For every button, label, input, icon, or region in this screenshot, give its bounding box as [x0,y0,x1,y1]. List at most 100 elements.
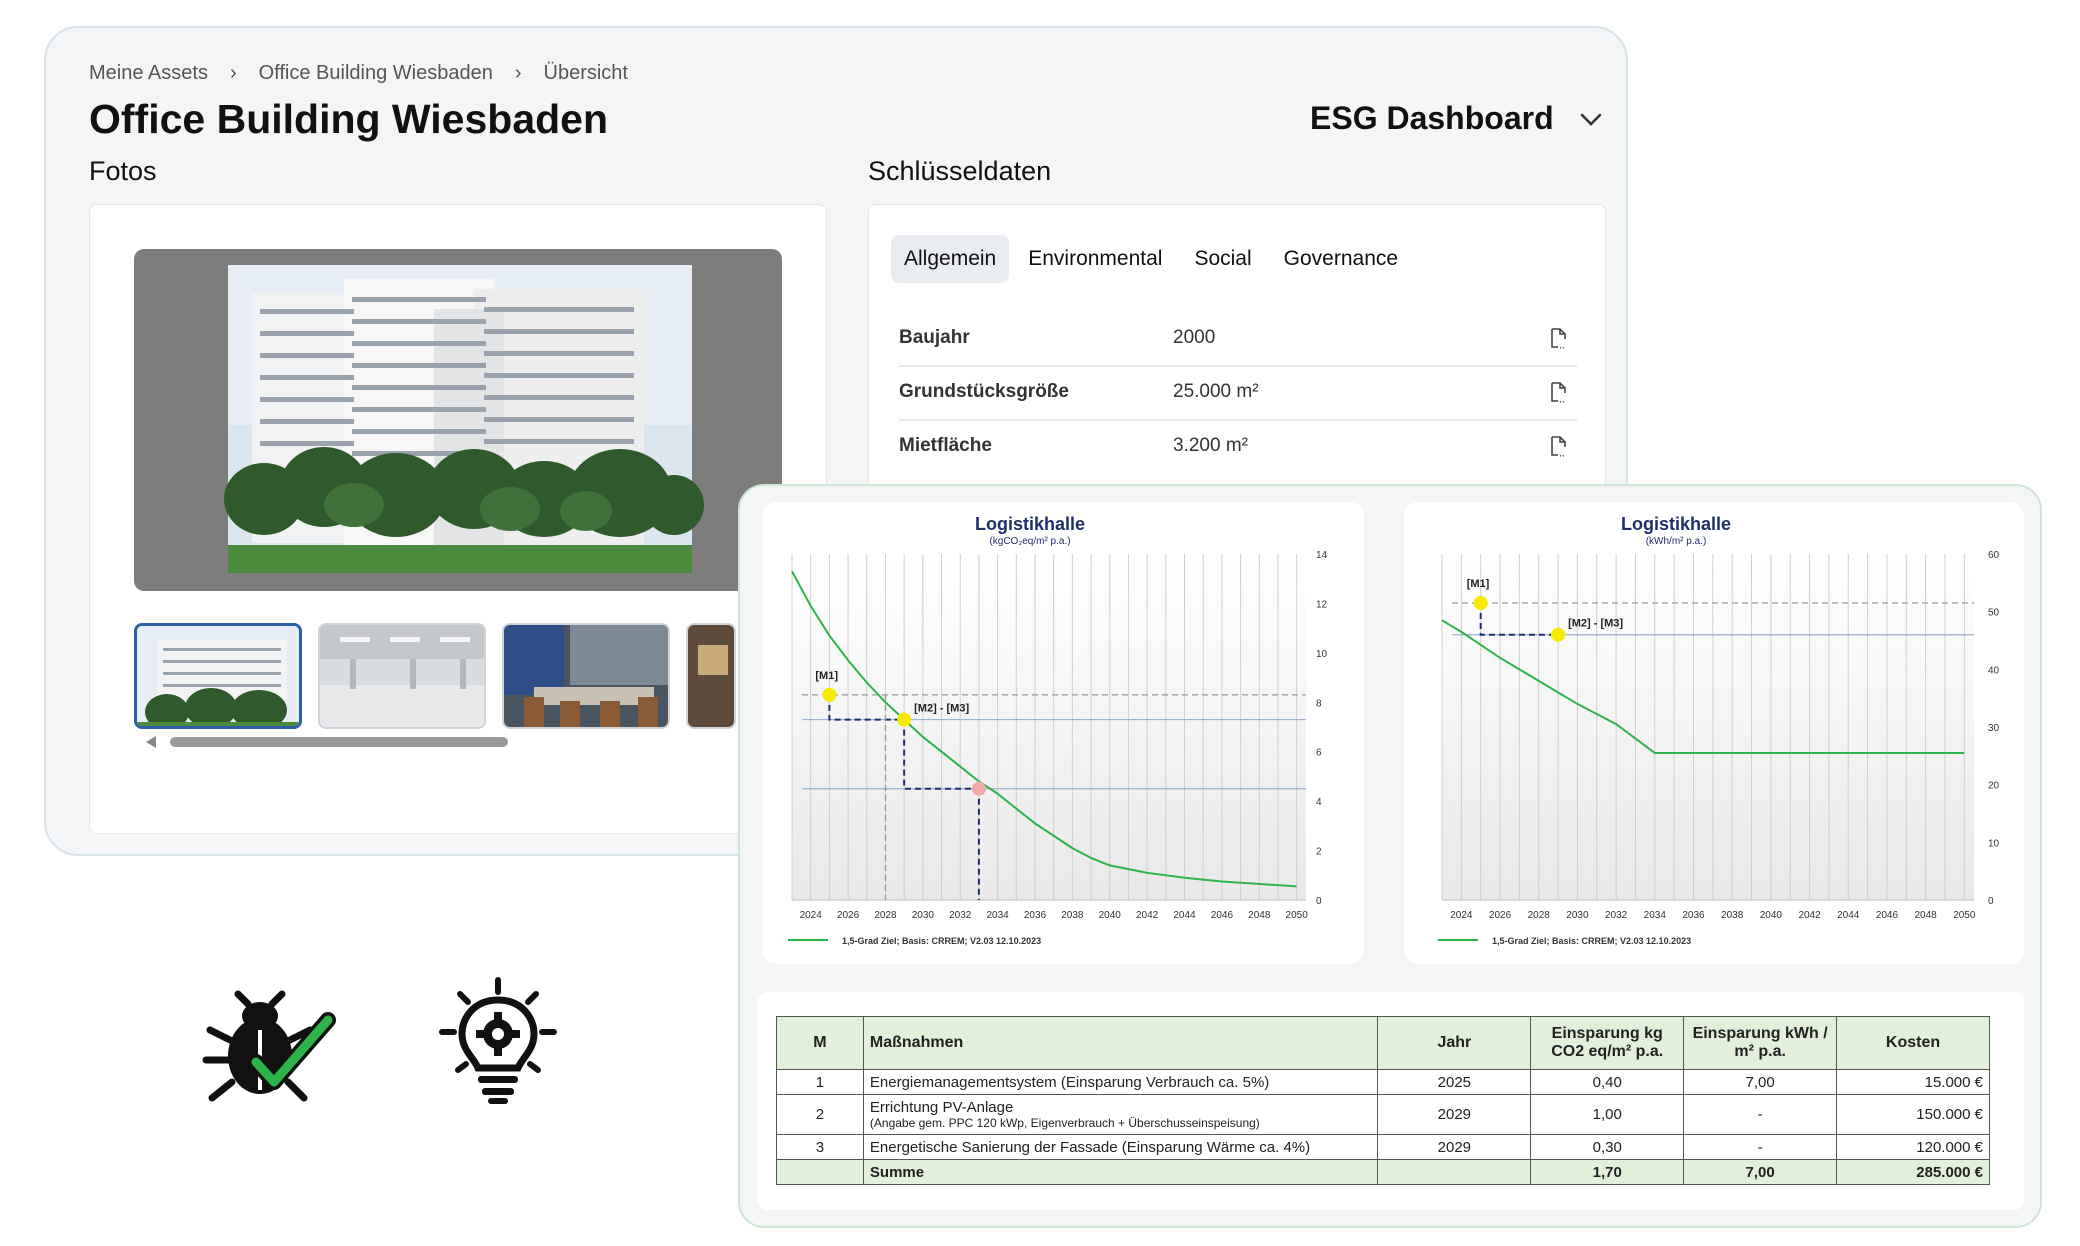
chart-title: Logistikhalle [975,514,1085,534]
svg-text:,,: ,, [1559,448,1565,457]
measures-table: M Maßnahmen Jahr Einsparung kg CO2 eq/m²… [776,1016,1990,1185]
x-tick-label: 2026 [1489,910,1512,921]
key-data-value: 2000 [1173,327,1216,348]
x-tick-label: 2030 [912,910,935,921]
legend-label: 1,5-Grad Ziel; Basis: CRREM; V2.03 12.10… [842,936,1041,946]
esg-report-panel: Logistikhalle (kgCO₂eq/m² p.a.) 0 2 4 6 8 10 12 1… [738,484,2042,1228]
y-tick-label: 12 [1316,599,1328,610]
column-header: M [776,1016,864,1070]
dashboard-select-label: ESG Dashboard [1310,100,1554,136]
measure-note: (Angabe gem. PPC 120 kWp, Eigenverbrauch… [869,1116,1260,1130]
table-header-row: M Maßnahmen Jahr Einsparung kg CO2 eq/m²… [776,1016,1990,1070]
key-data-heading: Schlüsseldaten [868,156,1052,186]
thumbnail-scrollbar[interactable] [146,735,556,749]
measure-name: Errichtung PV-Anlage [869,1099,1014,1116]
x-tick-label: 2036 [1024,910,1047,921]
y-tick-label: 0 [1988,896,1994,907]
key-data-tabs: Allgemein Environmental Social Governanc… [891,235,1411,283]
thumbnail-office[interactable] [686,623,736,729]
tab-governance[interactable]: Governance [1271,235,1411,283]
cell-year: 2029 [1377,1094,1532,1135]
cell-sum-label: Summe [862,1159,1379,1185]
x-tick-label: 2042 [1136,910,1159,921]
cell-year [1377,1159,1532,1185]
bug-check-icon [202,990,336,1102]
y-tick-label: 10 [1316,649,1328,660]
cell-co2: 1,00 [1530,1094,1685,1135]
cell-kwh: 7,00 [1683,1069,1838,1095]
co2-chart: Logistikhalle (kgCO₂eq/m² p.a.) 0 2 4 6 8 10 12 1… [788,514,1328,946]
key-data-label: Grundstücksgröße [899,381,1069,402]
x-tick-label: 2046 [1876,910,1899,921]
y-tick-label: 2 [1316,847,1322,858]
x-tick-label: 2046 [1211,910,1234,921]
marker-point [1551,627,1566,642]
key-data-label: Mietfläche [899,435,992,456]
y-tick-label: 0 [1316,896,1322,907]
key-data-value: 3.200 m² [1173,435,1248,456]
marker-point [1473,596,1488,611]
thumbnail-parking[interactable] [318,623,486,729]
table-row: 3 Energetische Sanierung der Fassade (Ei… [776,1134,1990,1160]
thumbnail-meeting-room[interactable] [502,623,670,729]
cell-m: 2 [776,1094,864,1135]
breadcrumb: Meine Assets › Office Building Wiesbaden… [89,62,628,85]
measures-table-card: M Maßnahmen Jahr Einsparung kg CO2 eq/m²… [758,992,2024,1210]
x-tick-label: 2024 [1450,910,1473,921]
x-tick-label: 2050 [1286,910,1309,921]
cell-measure: Energetische Sanierung der Fassade (Eins… [862,1134,1379,1160]
cell-measure: Errichtung PV-Anlage (Angabe gem. PPC 12… [862,1094,1379,1135]
photos-panel [89,204,827,834]
key-data-label: Baujahr [899,327,970,348]
breadcrumb-item-building[interactable]: Office Building Wiesbaden [259,62,493,85]
x-tick-label: 2024 [800,910,823,921]
photos-heading: Fotos [89,156,157,186]
key-data-panel: Allgemein Environmental Social Governanc… [868,204,1606,504]
cell-sum-cost: 285.000 € [1836,1159,1990,1185]
tab-social[interactable]: Social [1181,235,1264,283]
cell-year: 2029 [1377,1134,1532,1160]
chart-title: Logistikhalle [1621,514,1731,534]
marker-label: [M2] - [M3] [914,703,969,715]
table-row: 2 Errichtung PV-Anlage (Angabe gem. PPC … [776,1094,1990,1135]
cell-cost: 150.000 € [1836,1094,1990,1135]
document-source-icon[interactable]: ,, [1549,435,1569,457]
x-tick-label: 2032 [949,910,972,921]
cell-sum-kwh: 7,00 [1683,1159,1838,1185]
dashboard-select[interactable]: ESG Dashboard [1310,100,1602,137]
document-source-icon[interactable]: ,, [1549,381,1569,403]
column-header: Maßnahmen [862,1016,1379,1070]
breadcrumb-item-overview[interactable]: Übersicht [544,62,628,85]
tab-environmental[interactable]: Environmental [1015,235,1175,283]
cell-cost: 15.000 € [1836,1069,1990,1095]
chevron-right-icon: › [229,62,237,84]
energy-chart: Logistikhalle(kWh/m² p.a.)01020304050602… [1438,514,2000,946]
x-tick-label: 2026 [837,910,860,921]
x-tick-label: 2038 [1721,910,1744,921]
svg-text:,,: ,, [1559,394,1565,403]
chart-subtitle: (kWh/m² p.a.) [1646,536,1707,547]
y-tick-label: 14 [1316,550,1328,561]
breadcrumb-item-assets[interactable]: Meine Assets [89,62,208,85]
tab-allgemein[interactable]: Allgemein [891,235,1010,283]
cell-m: 1 [776,1069,864,1095]
legend-label: 1,5-Grad Ziel; Basis: CRREM; V2.03 12.10… [1492,936,1691,946]
x-tick-label: 2042 [1798,910,1821,921]
x-tick-label: 2040 [1760,910,1783,921]
key-data-value: 25.000 m² [1173,381,1259,402]
plot-area [792,554,1306,900]
cell-sum-co2: 1,70 [1530,1159,1685,1185]
document-source-icon[interactable]: ,, [1549,327,1569,349]
main-photo[interactable] [134,249,782,591]
cell-co2: 0,30 [1530,1134,1685,1160]
table-sum-row: Summe 1,70 7,00 285.000 € [776,1159,1990,1185]
co2-chart-card: Logistikhalle (kgCO₂eq/m² p.a.) 0 2 4 6 8 10 12 1… [762,502,1364,964]
marker-label: [M1] [815,670,838,682]
thumbnail-building[interactable] [134,623,302,729]
plot-area [1442,554,1974,900]
column-header: Einsparung kWh / m² p.a. [1683,1016,1838,1070]
cell-m: 3 [776,1134,864,1160]
y-tick-label: 20 [1988,781,2000,792]
chevron-right-icon: › [514,62,522,84]
svg-text:,,: ,, [1559,340,1565,349]
